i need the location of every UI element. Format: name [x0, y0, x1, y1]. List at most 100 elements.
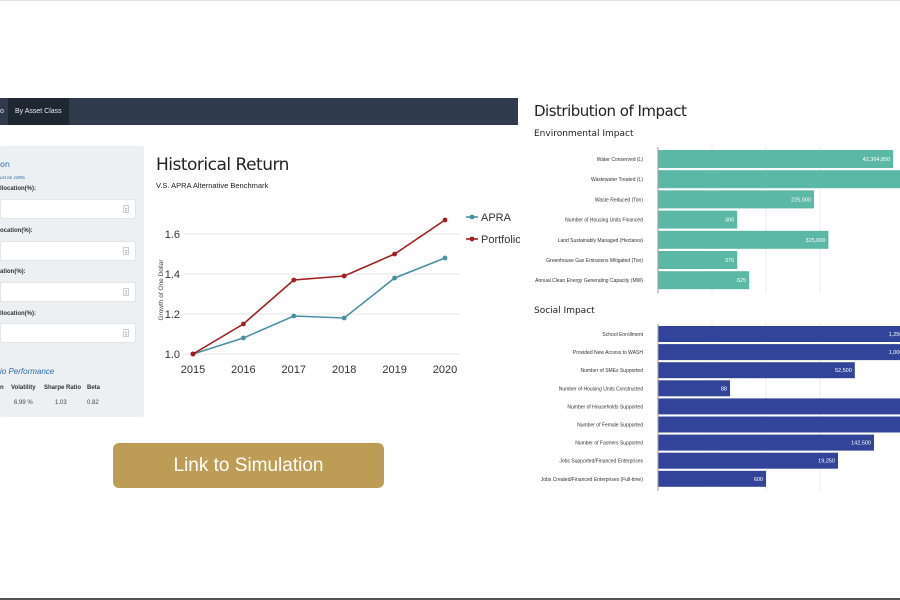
category-label: Number of Farmers Supported	[575, 441, 643, 447]
allocation-input-3[interactable]: ▴ ▾	[0, 282, 136, 302]
series-line-apra	[192, 257, 446, 355]
legend-label: APRA	[481, 212, 512, 224]
bar	[658, 380, 730, 397]
bar-value-label: 1,000,0	[889, 350, 900, 356]
bar	[658, 434, 874, 451]
bar-value-label: 52,500	[835, 368, 852, 374]
x-tick-label: 2017	[282, 364, 306, 376]
field-label-4: llocation(%):	[0, 311, 36, 317]
spinner-icon[interactable]: ▴ ▾	[123, 205, 129, 213]
y-tick-label: 1.2	[165, 309, 180, 321]
category-label: Number of SMEs Supported	[580, 368, 643, 374]
data-point	[291, 313, 297, 319]
bar-value-label: 625	[737, 278, 746, 284]
bar	[658, 398, 900, 415]
impact-title: Distribution of Impact	[534, 102, 687, 120]
bar	[658, 470, 766, 487]
historical-title: Historical Return	[156, 155, 289, 175]
bar-value-label: 1,250,0	[889, 332, 900, 338]
category-label: Provided New Access to WASH	[573, 350, 644, 356]
data-point	[341, 273, 347, 279]
data-point	[241, 321, 246, 327]
category-label: Number of Households Supported	[567, 404, 643, 410]
bar	[658, 326, 900, 342]
allocation-panel: on ust be 100% llocation(%): ▴ ▾ ocation(…	[0, 146, 144, 417]
y-tick-label: 1.6	[165, 229, 180, 241]
data-point	[241, 335, 246, 341]
bar	[658, 150, 894, 168]
category-label: Jobs Created/Financed Enterprises (Full-…	[541, 477, 644, 483]
data-point	[190, 351, 196, 357]
perf-header-return: n	[0, 385, 4, 391]
allocation-note: ust be 100%	[0, 175, 26, 180]
historical-subtitle: V.S. APRA Alternative Benchmark	[156, 181, 269, 190]
data-point	[341, 315, 347, 321]
spinner-icon[interactable]: ▴ ▾	[123, 247, 129, 255]
link-to-simulation-button[interactable]: Link to Simulation	[113, 443, 384, 488]
x-tick-label: 2016	[231, 364, 255, 376]
data-point	[291, 277, 297, 283]
legend-marker	[469, 214, 475, 220]
historical-line-chart: 1.0 1.2 1.4 1.6 2015 2016 2017 2018 2019 2020 Grow…	[158, 212, 520, 376]
field-label-1: llocation(%):	[0, 186, 36, 192]
environmental-bar-chart: Water Conserved (L) 42,364,850 Wastewater …	[535, 145, 900, 294]
perf-value-volatility: 6.99 %	[14, 400, 33, 406]
series-line-portfolio	[192, 219, 446, 355]
legend-marker	[469, 236, 475, 242]
x-tick-label: 2015	[181, 364, 205, 376]
bar	[658, 271, 750, 290]
bar-value-label: 88	[721, 386, 727, 392]
bar-value-label: 19,250	[818, 459, 835, 465]
bar-value-label: 375	[725, 258, 734, 264]
bar-value-label: 325,000	[806, 238, 826, 244]
spinner-icon[interactable]: ▴ ▾	[123, 329, 129, 337]
y-axis-label: Growth of One Dollar	[158, 259, 165, 321]
category-label: Annual Clean Energy Generating Capacity …	[535, 278, 643, 284]
tab-by-asset-class[interactable]: By Asset Class	[8, 98, 69, 125]
tab-partial[interactable]: o	[0, 98, 8, 125]
bar	[658, 416, 900, 433]
category-label: Number of Housing Units Financed	[565, 218, 643, 224]
navbar: o By Asset Class	[0, 98, 518, 125]
category-label: School Enrollment	[602, 332, 643, 338]
bar-value-label: 225,000	[791, 197, 811, 203]
field-label-2: ocation(%):	[0, 228, 33, 234]
allocation-input-2[interactable]: ▴ ▾	[0, 241, 136, 261]
allocation-title: on	[0, 160, 10, 169]
bar-value-label: 300	[725, 218, 734, 224]
data-point	[442, 255, 448, 261]
data-point	[392, 251, 397, 257]
data-point	[442, 217, 448, 223]
category-label: Number of Housing Units Constructed	[559, 386, 643, 392]
y-tick-label: 1.4	[165, 269, 180, 281]
top-divider	[0, 0, 900, 1]
category-label: Number of Female Supported	[577, 423, 643, 429]
bar-value-label: 142,500	[851, 441, 871, 447]
environmental-title: Environmental Impact	[534, 129, 634, 139]
perf-header-beta: Beta	[87, 385, 101, 391]
category-label: Wastewater Treated (L)	[591, 177, 643, 183]
category-label: Land Sustainably Managed (Hectares)	[558, 238, 644, 244]
allocation-input-1[interactable]: ▴ ▾	[0, 199, 136, 219]
x-tick-label: 2019	[382, 364, 406, 376]
spinner-icon[interactable]: ▴ ▾	[123, 288, 129, 296]
bar	[658, 230, 829, 249]
field-label-3: ation(%):	[0, 269, 26, 275]
bar	[658, 362, 855, 379]
bar	[658, 344, 900, 361]
data-point	[392, 275, 397, 281]
performance-title: io Performance	[0, 367, 55, 376]
bar-value-label: 600	[754, 477, 763, 483]
bar	[658, 170, 900, 189]
perf-value-sharpe: 1.03	[55, 400, 67, 406]
social-bar-chart: School Enrollment 1,250,0 Provided New Acc…	[541, 322, 900, 491]
bar-value-label: 42,364,850	[863, 157, 891, 163]
perf-value-beta: 0.82	[87, 400, 99, 406]
category-label: Water Conserved (L)	[597, 157, 644, 163]
y-tick-label: 1.0	[165, 349, 180, 361]
x-tick-label: 2020	[433, 364, 457, 376]
perf-header-sharpe: Sharpe Ratio	[44, 385, 82, 391]
perf-header-volatility: Volatility	[11, 385, 36, 391]
allocation-input-4[interactable]: ▴ ▾	[0, 323, 136, 343]
social-title: Social Impact	[534, 306, 595, 316]
